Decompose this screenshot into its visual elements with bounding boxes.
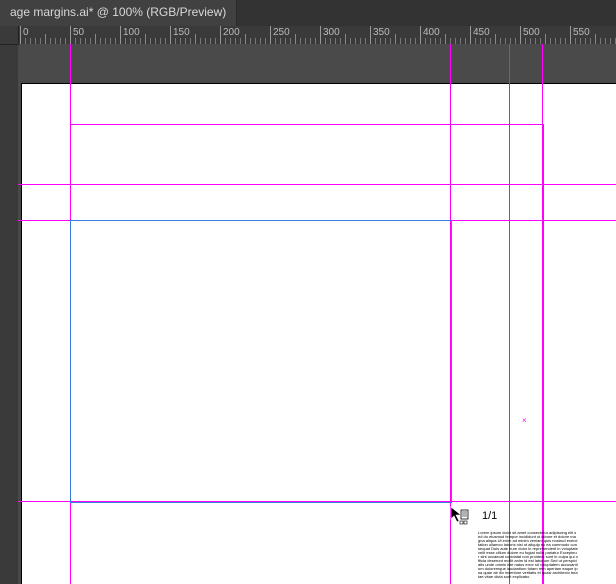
ruler-origin-corner[interactable] bbox=[0, 26, 19, 45]
ruler-tick-major: 50 bbox=[70, 26, 84, 44]
document-tab-bar: age margins.ai* @ 100% (RGB/Preview) bbox=[0, 0, 616, 26]
document-tab[interactable]: age margins.ai* @ 100% (RGB/Preview) bbox=[0, 0, 237, 26]
threaded-text-preview: Lorem ipsum dolor sit amet consectetur a… bbox=[478, 531, 578, 584]
anchor-point: × bbox=[522, 416, 527, 425]
canvas-area[interactable]: × 1/1 Lorem ipsum dolor sit amet consect… bbox=[18, 44, 616, 584]
document-tab-title: age margins.ai* @ 100% (RGB/Preview) bbox=[10, 5, 226, 19]
vertical-ruler[interactable] bbox=[0, 44, 19, 584]
artboard[interactable] bbox=[22, 84, 616, 584]
text-thread-count: 1/1 bbox=[482, 510, 497, 522]
workspace: 050100150200250300350400450500550 × bbox=[0, 26, 616, 584]
horizontal-ruler[interactable]: 050100150200250300350400450500550 bbox=[0, 26, 616, 45]
